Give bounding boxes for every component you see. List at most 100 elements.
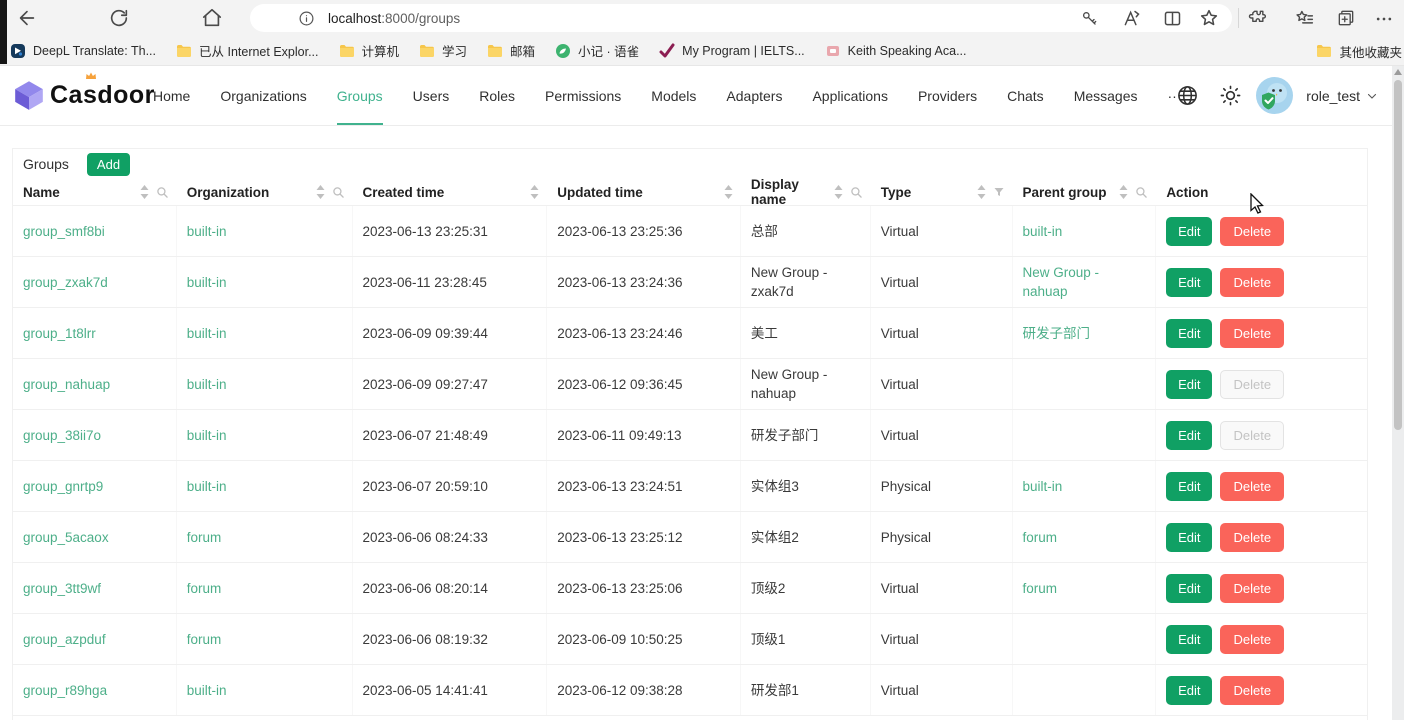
bookmark-item[interactable]: DeepL Translate: Th...	[10, 43, 156, 59]
sorter-icon[interactable]	[724, 185, 733, 199]
search-icon[interactable]	[1135, 186, 1148, 199]
nav-item-roles[interactable]: Roles	[464, 66, 530, 125]
nav-item-adapters[interactable]: Adapters	[711, 66, 797, 125]
nav-item-models[interactable]: Models	[636, 66, 711, 125]
group-name-link[interactable]: group_zxak7d	[23, 273, 108, 292]
group-name-link[interactable]: group_3tt9wf	[23, 579, 101, 598]
sorter-icon[interactable]	[530, 185, 539, 199]
group-name-link[interactable]: group_r89hga	[23, 681, 107, 700]
nav-item-applications[interactable]: Applications	[797, 66, 903, 125]
edit-button[interactable]: Edit	[1166, 319, 1212, 348]
parent-group-link[interactable]: built-in	[1023, 477, 1063, 496]
favorite-star-icon[interactable]	[1198, 7, 1220, 29]
bookmark-item[interactable]: 学习	[419, 41, 467, 60]
parent-group-link[interactable]: built-in	[1023, 222, 1063, 241]
edit-button[interactable]: Edit	[1166, 421, 1212, 450]
column-header-parent-group[interactable]: Parent group	[1013, 179, 1157, 205]
bookmark-other-favorites[interactable]: 其他收藏夹	[1316, 36, 1404, 66]
organization-link[interactable]: built-in	[187, 222, 227, 241]
bookmark-item[interactable]: 计算机	[339, 41, 400, 60]
group-name-link[interactable]: group_5acaox	[23, 528, 109, 547]
delete-button[interactable]: Delete	[1220, 472, 1284, 501]
edit-button[interactable]: Edit	[1166, 268, 1212, 297]
parent-group-link[interactable]: forum	[1023, 528, 1058, 547]
group-name-link[interactable]: group_smf8bi	[23, 222, 105, 241]
split-screen-icon[interactable]	[1162, 8, 1183, 29]
search-icon[interactable]	[156, 186, 169, 199]
url-text[interactable]: localhost:8000/groups	[328, 11, 460, 26]
edit-button[interactable]: Edit	[1166, 574, 1212, 603]
bookmark-item[interactable]: Keith Speaking Aca...	[825, 43, 967, 59]
column-header-organization[interactable]: Organization	[177, 179, 353, 205]
parent-group-link[interactable]: New Group - nahuap	[1023, 263, 1148, 301]
nav-item-home[interactable]: Home	[138, 66, 205, 125]
column-header-name[interactable]: Name	[13, 179, 177, 205]
sorter-icon[interactable]	[834, 185, 843, 199]
search-icon[interactable]	[850, 186, 863, 199]
edit-button[interactable]: Edit	[1166, 625, 1212, 654]
sorter-icon[interactable]	[140, 185, 149, 199]
scrollbar-up-arrow[interactable]	[1394, 69, 1402, 75]
extensions-icon[interactable]	[1247, 8, 1267, 28]
delete-button[interactable]: Delete	[1220, 625, 1284, 654]
nav-item-organizations[interactable]: Organizations	[205, 66, 321, 125]
language-globe-icon[interactable]	[1176, 84, 1199, 107]
edit-button[interactable]: Edit	[1166, 676, 1212, 705]
nav-item-users[interactable]: Users	[398, 66, 465, 125]
collections-icon[interactable]	[1336, 8, 1356, 28]
delete-button[interactable]: Delete	[1220, 217, 1284, 246]
delete-button[interactable]: Delete	[1220, 523, 1284, 552]
bookmark-item[interactable]: 邮箱	[487, 41, 535, 60]
organization-link[interactable]: built-in	[187, 375, 227, 394]
delete-button[interactable]: Delete	[1220, 574, 1284, 603]
avatar[interactable]	[1256, 77, 1293, 114]
search-icon[interactable]	[332, 186, 345, 199]
group-name-link[interactable]: group_azpduf	[23, 630, 106, 649]
delete-button[interactable]: Delete	[1220, 319, 1284, 348]
organization-link[interactable]: built-in	[187, 477, 227, 496]
organization-link[interactable]: built-in	[187, 324, 227, 343]
organization-link[interactable]: forum	[187, 579, 222, 598]
group-name-link[interactable]: group_nahuap	[23, 375, 110, 394]
favorites-list-icon[interactable]	[1294, 8, 1315, 29]
nav-item-messages[interactable]: Messages	[1059, 66, 1153, 125]
organization-link[interactable]: built-in	[187, 273, 227, 292]
home-icon[interactable]	[201, 7, 223, 29]
scrollbar-thumb[interactable]	[1394, 80, 1402, 430]
nav-item-chats[interactable]: Chats	[992, 66, 1059, 125]
group-name-link[interactable]: group_gnrtp9	[23, 477, 103, 496]
bookmark-item[interactable]: My Program | IELTS...	[659, 43, 805, 59]
theme-sun-icon[interactable]	[1219, 84, 1242, 107]
settings-ellipsis-icon[interactable]	[1374, 9, 1394, 29]
refresh-icon[interactable]	[108, 7, 130, 29]
nav-item-permissions[interactable]: Permissions	[530, 66, 636, 125]
group-name-link[interactable]: group_38ii7o	[23, 426, 101, 445]
delete-button[interactable]: Delete	[1220, 676, 1284, 705]
bookmark-item[interactable]: 已从 Internet Explor...	[176, 41, 319, 60]
parent-group-link[interactable]: 研发子部门	[1023, 324, 1091, 343]
edit-button[interactable]: Edit	[1166, 217, 1212, 246]
edit-button[interactable]: Edit	[1166, 370, 1212, 399]
organization-link[interactable]: built-in	[187, 681, 227, 700]
organization-link[interactable]: built-in	[187, 426, 227, 445]
nav-item-groups[interactable]: Groups	[322, 66, 398, 125]
site-info-icon[interactable]	[298, 10, 315, 27]
column-header-type[interactable]: Type	[871, 179, 1013, 205]
password-key-icon[interactable]	[1080, 9, 1099, 28]
sorter-icon[interactable]	[977, 185, 986, 199]
sorter-icon[interactable]	[1119, 185, 1128, 199]
filter-icon[interactable]	[993, 186, 1005, 198]
add-button[interactable]: Add	[87, 153, 130, 176]
column-header-updated-time[interactable]: Updated time	[547, 179, 741, 205]
page-scrollbar[interactable]	[1392, 66, 1404, 720]
sorter-icon[interactable]	[316, 185, 325, 199]
nav-item-providers[interactable]: Providers	[903, 66, 992, 125]
organization-link[interactable]: forum	[187, 630, 222, 649]
edit-button[interactable]: Edit	[1166, 472, 1212, 501]
organization-link[interactable]: forum	[187, 528, 222, 547]
bookmark-item[interactable]: 小记 · 语雀	[555, 41, 639, 60]
delete-button[interactable]: Delete	[1220, 268, 1284, 297]
casdoor-logo[interactable]: Casdoor	[12, 78, 155, 112]
read-aloud-icon[interactable]	[1121, 8, 1142, 29]
edit-button[interactable]: Edit	[1166, 523, 1212, 552]
